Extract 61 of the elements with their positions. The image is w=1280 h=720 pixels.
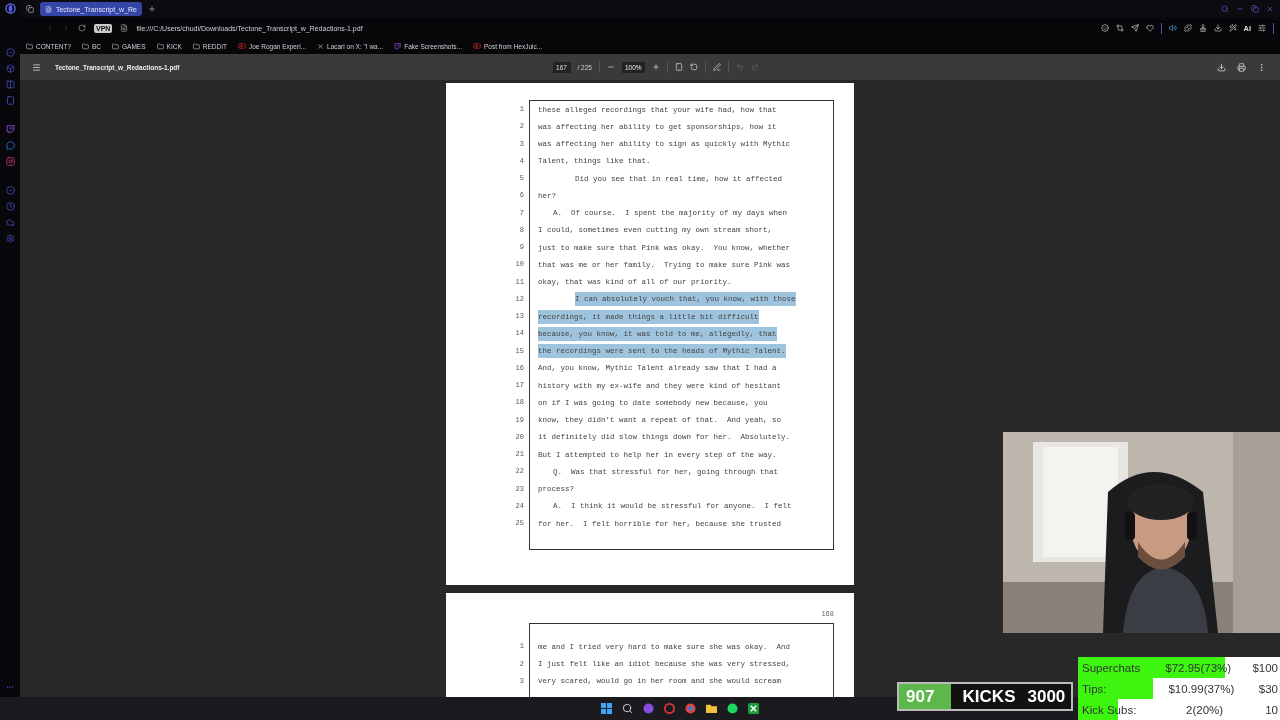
goal-value: 2(20%) — [1185, 703, 1225, 716]
file-icon[interactable] — [120, 24, 129, 32]
wand-icon[interactable] — [1228, 24, 1237, 32]
kicks-label: KICKS — [962, 686, 1016, 707]
more-icon[interactable] — [1257, 62, 1266, 72]
speaker-icon[interactable] — [1168, 24, 1177, 32]
circle-icon[interactable] — [5, 186, 15, 195]
goal-value: $10.99(37%) — [1167, 682, 1236, 695]
fit-page-icon[interactable] — [674, 63, 683, 71]
zoom-in-icon[interactable] — [651, 63, 660, 71]
folder-icon — [192, 42, 200, 50]
messenger-icon[interactable] — [5, 141, 15, 150]
start-icon[interactable] — [601, 703, 612, 714]
heart-icon[interactable] — [1145, 24, 1154, 32]
folder-icon — [82, 42, 90, 50]
close-icon[interactable] — [1266, 5, 1274, 13]
folder-icon — [26, 42, 33, 50]
folder-icon[interactable] — [706, 703, 717, 714]
rotate-icon[interactable] — [689, 63, 698, 71]
music-app-icon[interactable] — [727, 703, 738, 714]
goal-label: Tips: — [1082, 682, 1108, 695]
history-icon[interactable] — [5, 202, 15, 211]
tabs-icon[interactable] — [26, 5, 34, 13]
x-icon — [317, 42, 324, 50]
speed-dial-icon[interactable] — [5, 48, 15, 57]
draw-icon[interactable] — [712, 63, 721, 71]
goal-target: $30 — [1258, 682, 1278, 695]
video-icon — [237, 42, 246, 50]
crop-icon[interactable] — [1115, 24, 1124, 32]
folder-icon — [156, 42, 164, 50]
download-icon[interactable] — [1217, 62, 1226, 72]
goal-label: Superchats — [1082, 661, 1142, 674]
goal-target: 10 — [1265, 703, 1278, 716]
new-tab-icon[interactable] — [148, 5, 156, 13]
sliders-icon[interactable] — [1258, 24, 1266, 32]
player-icon[interactable] — [5, 96, 15, 105]
folder-icon — [112, 42, 120, 50]
browser-logo-icon[interactable] — [4, 3, 16, 14]
file-icon — [45, 5, 52, 13]
game-app-icon[interactable] — [748, 703, 759, 714]
reload-icon[interactable] — [78, 24, 86, 32]
menu-icon[interactable] — [32, 62, 41, 72]
video-icon — [472, 42, 481, 50]
split-icon[interactable] — [5, 80, 15, 89]
camera-app-icon[interactable] — [5, 157, 15, 166]
goal-target: $100 — [1252, 661, 1278, 674]
zoom-out-icon[interactable] — [606, 63, 615, 71]
send-icon[interactable] — [1130, 24, 1139, 32]
kicks-goal: 3000 — [1027, 686, 1066, 707]
browser-icon[interactable] — [664, 703, 675, 714]
extensions-icon[interactable] — [1183, 24, 1192, 32]
kicks-count: 907 — [906, 686, 935, 707]
download-icon[interactable] — [1213, 24, 1222, 32]
panel-icon[interactable] — [5, 64, 15, 73]
stream-icon[interactable] — [5, 125, 15, 134]
browser-icon[interactable] — [685, 703, 696, 714]
app-icon[interactable] — [643, 703, 654, 714]
stream-icon — [394, 42, 402, 50]
print-icon[interactable] — [1237, 62, 1246, 72]
emoji-icon[interactable] — [1100, 24, 1109, 32]
stamp-icon[interactable] — [1198, 24, 1207, 32]
